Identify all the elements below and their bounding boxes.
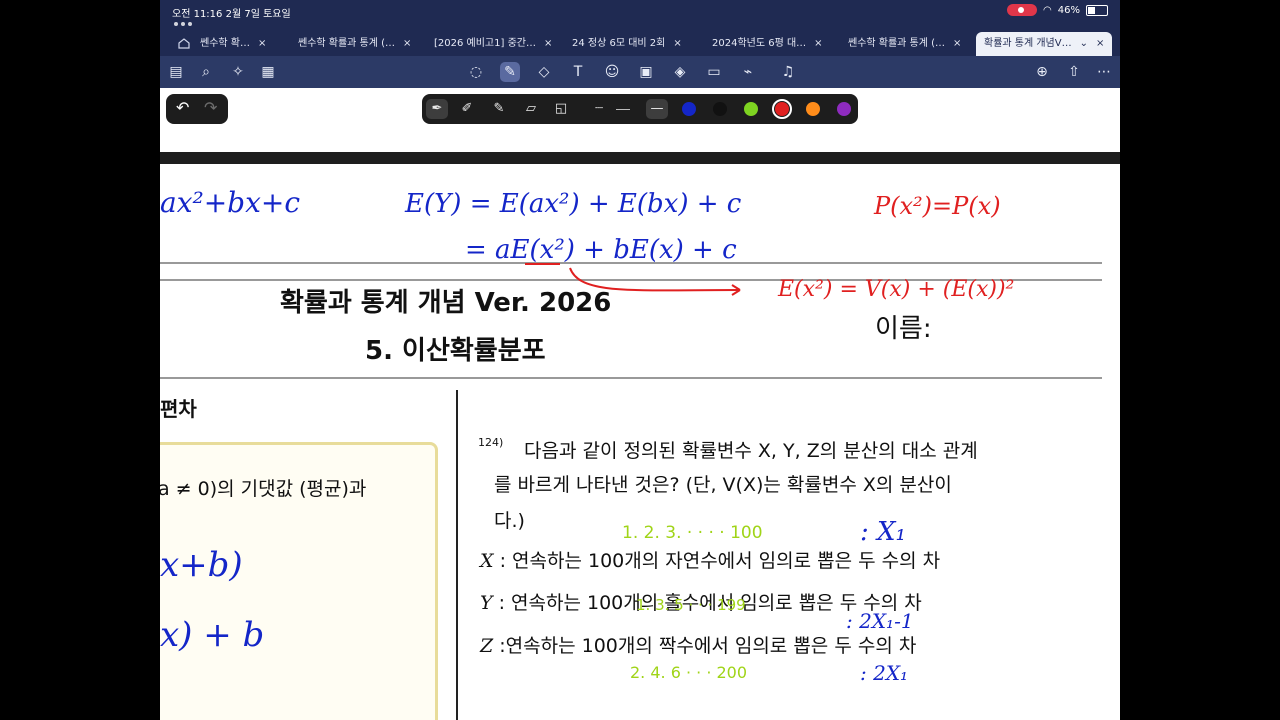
stroke-thick-icon[interactable]: — [646,99,668,119]
color-black[interactable] [713,102,727,116]
highlighter-icon[interactable]: ▱ [520,99,542,119]
ink-blue-5: : 2X₁-1 [846,609,914,633]
color-orange[interactable] [806,102,820,116]
color-green[interactable] [744,102,758,116]
pen-palette: ✒ ✐ ✎ ▱ ◱ ┈ — [422,94,858,124]
ink-red-1: P(x²)=P(x) [873,192,1001,220]
ball-pen-icon[interactable]: ✐ [456,99,478,119]
undo-redo-bar: ↶ ↷ [166,94,228,124]
ink-blue-6: : 2X₁ [860,661,908,685]
color-red-selected[interactable] [772,99,792,119]
ink-blue-7: x+b) [160,545,243,585]
ink-green-3: 2. 4. 6 · · · 200 [630,663,747,682]
ink-red-2: E(x²) = V(x) + (E(x))² [777,277,1014,302]
ink-blue-4: : X₁ [860,517,906,547]
stroke-medium-icon[interactable] [616,109,630,110]
fountain-pen-icon[interactable]: ✒ [426,99,448,119]
ink-blue-8: x) + b [160,615,264,655]
brush-pen-icon[interactable]: ✎ [488,99,510,119]
ink-blue-3: = aE(x²) + bE(x) + c [465,235,737,265]
ink-blue-1: ax²+bx+c [160,186,300,219]
color-purple[interactable] [837,102,851,116]
ink-green-1: 1. 2. 3. · · · · 100 [622,523,763,543]
ink-arrow [569,267,741,292]
stroke-thin-icon[interactable]: ┈ [588,99,610,119]
ink-blue-2: E(Y) = E(ax²) + E(bx) + c [404,189,742,219]
color-blue[interactable] [682,102,696,116]
shape-pen-icon[interactable]: ◱ [550,99,572,119]
ink-green-2: 1. 3. 5 · · · 199 [636,596,746,614]
redo-icon[interactable]: ↷ [204,98,217,117]
ipad-screen: 오전 11:16 2월 7일 토요일 ◠ 46% 쎈수학 확… × 쎈수학 확률과… [160,0,1120,720]
undo-icon[interactable]: ↶ [176,98,189,117]
